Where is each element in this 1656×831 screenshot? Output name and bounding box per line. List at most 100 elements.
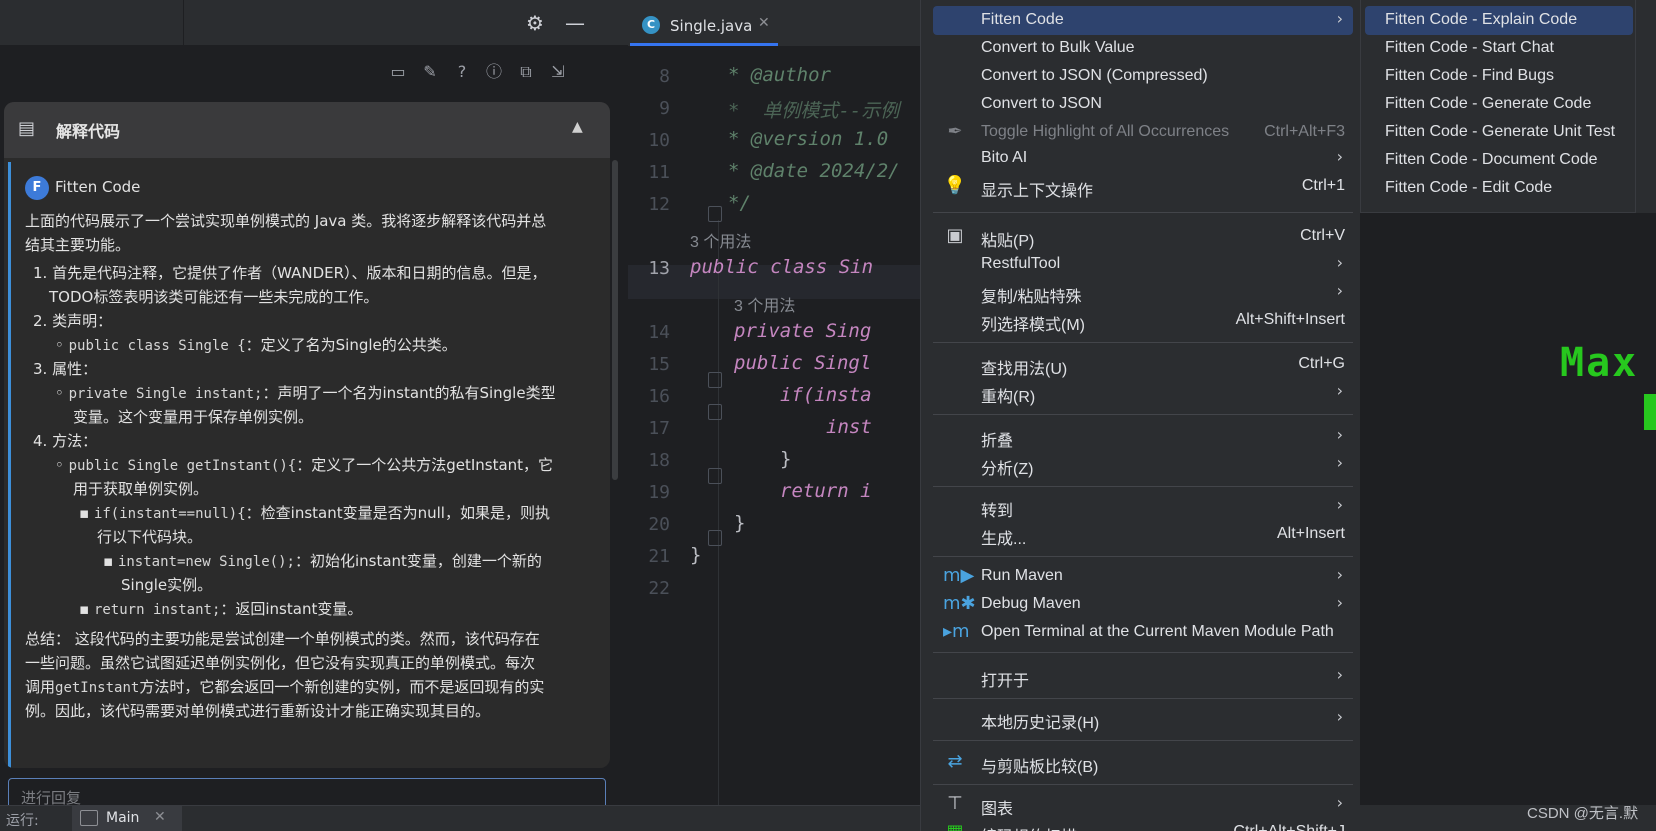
copy-icon[interactable]: ⧉ xyxy=(514,60,538,84)
code-line[interactable]: 16 if(insta xyxy=(628,380,920,414)
menu-item-folding[interactable]: 折叠 › xyxy=(933,422,1353,451)
menu-item-analyze[interactable]: 分析(Z) › xyxy=(933,450,1353,479)
menu-item-debug-maven[interactable]: m✱ Debug Maven › xyxy=(933,590,1353,619)
list-item: ▪ if(instant==null){：检查instant变量是否为null，… xyxy=(79,504,550,522)
list-item: 行以下代码块。 xyxy=(97,528,203,546)
submenu-item-generate-unit-test[interactable]: Fitten Code - Generate Unit Test xyxy=(1365,118,1633,147)
chat-bubble-icon[interactable]: ▭ xyxy=(386,60,410,84)
menu-item-paste[interactable]: ▣ 粘贴(P) Ctrl+V xyxy=(933,222,1353,251)
menu-item-restfultool[interactable]: RestfulTool › xyxy=(933,250,1353,279)
menu-item-run-maven[interactable]: m▶ Run Maven › xyxy=(933,562,1353,591)
menu-separator xyxy=(933,740,1353,741)
menu-item-convert-json[interactable]: Convert to JSON xyxy=(933,90,1353,119)
list-item: ◦ public Single getInstant(){：定义了一个公共方法g… xyxy=(55,456,554,474)
menu-separator xyxy=(933,698,1353,699)
menu-item-find-usages[interactable]: 查找用法(U) Ctrl+G xyxy=(933,350,1353,379)
chevron-right-icon: › xyxy=(1336,147,1343,166)
code-line[interactable]: 10 * @version 1.0 xyxy=(628,124,920,158)
fold-marker-icon[interactable] xyxy=(708,206,722,222)
menu-item-diagrams[interactable]: ⊤ 图表 › xyxy=(933,790,1353,819)
fitten-code-tool-window: ⚙ — ▭ ✎ ? ⓘ ⧉ ⇲ ▤ 解释代码 ▲ F Fitten Code 上… xyxy=(0,0,628,818)
code-line[interactable]: 12 */ xyxy=(628,188,920,222)
submenu-item-explain-code[interactable]: Fitten Code - Explain Code xyxy=(1365,6,1633,35)
collapse-caret-icon[interactable]: ▲ xyxy=(572,119,583,135)
code-line[interactable]: 19 return i xyxy=(628,476,920,510)
java-class-icon: C xyxy=(642,16,660,34)
title-bar-separator xyxy=(183,0,184,46)
code-line[interactable]: 21} xyxy=(628,540,920,574)
info-icon[interactable]: ⓘ xyxy=(482,60,506,84)
code-line[interactable]: 22 xyxy=(628,572,920,606)
watermark: CSDN @无言.默 xyxy=(1527,805,1639,822)
card-title: 解释代码 xyxy=(56,122,121,141)
menu-item-compare-clipboard[interactable]: ⇄ 与剪贴板比较(B) xyxy=(933,748,1353,777)
submenu-item-generate-code[interactable]: Fitten Code - Generate Code xyxy=(1365,90,1633,119)
menu-item-generate[interactable]: 生成... Alt+Insert xyxy=(933,520,1353,549)
code-line[interactable]: 14 private Sing xyxy=(628,316,920,350)
diagram-icon: ⊤ xyxy=(947,793,963,814)
menu-item-convert-bulk[interactable]: Convert to Bulk Value xyxy=(933,34,1353,63)
menu-separator xyxy=(933,414,1353,415)
chat-toolbar: ▭ ✎ ? ⓘ ⧉ ⇲ xyxy=(0,46,628,98)
menu-item-bito-ai[interactable]: Bito AI › xyxy=(933,144,1353,173)
export-icon[interactable]: ⇲ xyxy=(546,60,570,84)
submenu-item-edit-code[interactable]: Fitten Code - Edit Code xyxy=(1365,174,1633,203)
submenu-item-start-chat[interactable]: Fitten Code - Start Chat xyxy=(1365,34,1633,63)
help-icon[interactable]: ? xyxy=(450,60,474,84)
summary-text: 例。因此，该代码需要对单例模式进行重新设计才能正确实现其目的。 xyxy=(25,702,491,720)
code-line[interactable]: 15 public Singl xyxy=(628,348,920,382)
code-line[interactable]: 11 * @date 2024/2/ xyxy=(628,156,920,190)
usage-hint[interactable]: 3 个用法 xyxy=(628,222,920,256)
magic-wand-icon[interactable]: ✎ xyxy=(418,60,442,84)
code-line[interactable]: 17 inst xyxy=(628,412,920,446)
chevron-right-icon: › xyxy=(1336,425,1343,444)
submenu-item-find-bugs[interactable]: Fitten Code - Find Bugs xyxy=(1365,62,1633,91)
usage-hint[interactable]: 3 个用法 xyxy=(628,286,920,320)
code-line[interactable]: 9 * 单例模式--示例 xyxy=(628,92,920,126)
code-line[interactable]: 13 public class Sin xyxy=(628,252,920,286)
chat-scrollbar[interactable] xyxy=(612,160,618,480)
code-line[interactable]: 8 * @author xyxy=(628,60,920,94)
list-item: TODO标签表明该类可能还有一些未完成的工作。 xyxy=(49,288,379,306)
submenu-item-document-code[interactable]: Fitten Code - Document Code xyxy=(1365,146,1633,175)
menu-item-toggle-highlight[interactable]: ✒ Toggle Highlight of All Occurrences Ctrl… xyxy=(933,118,1353,147)
list-item: ▪ return instant;：返回instant变量。 xyxy=(79,600,363,618)
tab-single-java[interactable]: C Single.java ✕ xyxy=(630,0,778,46)
chevron-right-icon: › xyxy=(1336,9,1343,28)
menu-item-paste-special[interactable]: 复制/粘贴特殊 › xyxy=(933,278,1353,307)
maven-debug-icon: m✱ xyxy=(943,593,976,614)
menu-item-code-scan[interactable]: ▦编码规约扫描Ctrl+Alt+Shift+J xyxy=(933,818,1353,831)
menu-item-goto[interactable]: 转到 › xyxy=(933,492,1353,521)
tool-window-title-bar: ⚙ — xyxy=(0,0,628,46)
fold-marker-icon[interactable] xyxy=(708,404,722,420)
chevron-right-icon: › xyxy=(1336,665,1343,684)
menu-item-fitten-code[interactable]: Fitten Code › xyxy=(933,6,1353,35)
close-icon[interactable]: ✕ xyxy=(154,809,166,825)
close-icon[interactable]: ✕ xyxy=(758,15,770,31)
card-header[interactable]: ▤ 解释代码 ▲ xyxy=(4,102,610,158)
menu-item-column-mode[interactable]: 列选择模式(M) Alt+Shift+Insert xyxy=(933,306,1353,335)
list-item: 3. 属性： xyxy=(33,360,98,378)
scan-icon: ▦ xyxy=(943,820,967,831)
menu-separator xyxy=(933,212,1353,213)
menu-item-open-terminal-maven[interactable]: ▸m Open Terminal at the Current Maven Mod… xyxy=(933,618,1353,647)
run-tab-main[interactable]: Main ✕ xyxy=(72,806,182,831)
summary-text: 总结： 这段代码的主要功能是尝试创建一个单例模式的类。然而，该代码存在 xyxy=(25,630,540,648)
highlight-pen-icon: ✒ xyxy=(947,121,963,142)
menu-item-refactor[interactable]: 重构(R) › xyxy=(933,378,1353,407)
chevron-right-icon: › xyxy=(1336,253,1343,272)
menu-item-show-context-actions[interactable]: 💡 显示上下文操作 Ctrl+1 xyxy=(933,172,1353,201)
fold-marker-icon[interactable] xyxy=(708,372,722,388)
minus-icon[interactable]: — xyxy=(562,10,588,36)
menu-item-convert-json-compressed[interactable]: Convert to JSON (Compressed) xyxy=(933,62,1353,91)
chevron-right-icon: › xyxy=(1336,707,1343,726)
list-item: ◦ private Single instant;：声明了一个名为instant… xyxy=(55,384,556,402)
fold-marker-icon[interactable] xyxy=(708,468,722,484)
fold-marker-icon[interactable] xyxy=(708,530,722,546)
message-author: Fitten Code xyxy=(55,178,141,196)
code-line[interactable]: 18} xyxy=(628,444,920,478)
gear-icon[interactable]: ⚙ xyxy=(522,10,548,36)
menu-item-local-history[interactable]: 本地历史记录(H) › xyxy=(933,704,1353,733)
menu-item-open-in[interactable]: 打开于 › xyxy=(933,662,1353,691)
code-line[interactable]: 20} xyxy=(628,508,920,542)
